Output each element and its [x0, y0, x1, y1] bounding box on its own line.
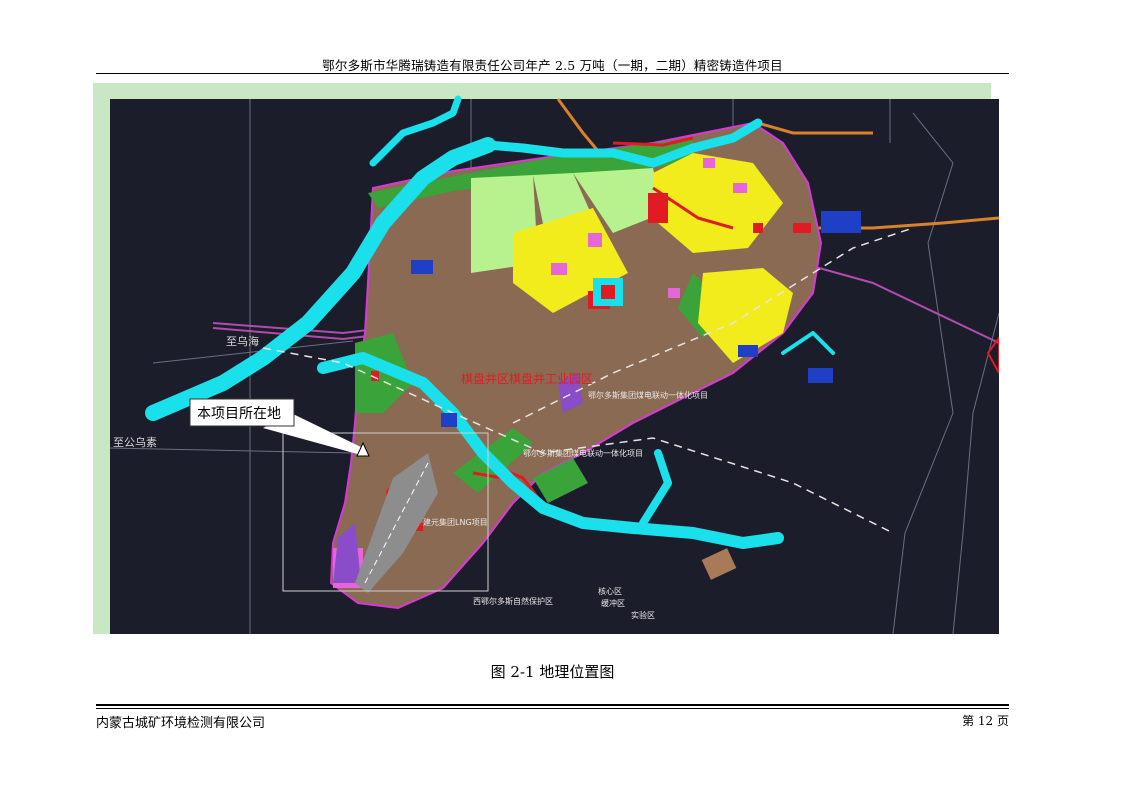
location-map-svg: 本项目所在地 至乌海 至公乌素 棋盘井区棋盘井工业园区 鄂尔多斯集团煤电联动一体…	[93, 83, 999, 634]
label-lng-project: 建元集团LNG项目	[423, 517, 488, 527]
footer-divider-thick	[96, 704, 1009, 706]
map-border-left	[93, 83, 110, 634]
label-power-plant-1: 鄂尔多斯集团煤电联动一体化项目	[588, 390, 708, 400]
map-border-top	[93, 83, 999, 99]
header-divider	[96, 73, 1009, 74]
location-map-figure: 本项目所在地 至乌海 至公乌素 棋盘井区棋盘井工业园区 鄂尔多斯集团煤电联动一体…	[93, 83, 999, 634]
label-buffer-zone: 缓冲区	[601, 598, 625, 608]
footer-divider-thin	[96, 708, 1009, 709]
document-header-title: 鄂尔多斯市华腾瑞铸造有限责任公司年产 2.5 万吨（一期，二期）精密铸造件项目	[322, 58, 783, 73]
label-industrial-district: 棋盘井区棋盘井工业园区	[461, 371, 593, 386]
label-experiment-zone: 实验区	[631, 610, 655, 620]
label-to-wuhai: 至乌海	[226, 334, 259, 348]
callout-label: 本项目所在地	[197, 406, 281, 422]
label-to-gongwusu: 至公乌素	[113, 435, 157, 449]
footer-page-number: 第 12 页	[962, 714, 1009, 728]
figure-caption: 图 2-1 地理位置图	[490, 663, 615, 681]
label-power-plant-2: 鄂尔多斯集团煤电联动一体化项目	[523, 448, 643, 458]
label-protection-zone: 西鄂尔多斯自然保护区	[473, 596, 553, 606]
footer-company: 内蒙古城矿环境检测有限公司	[96, 716, 266, 731]
label-core-zone: 核心区	[598, 586, 622, 596]
